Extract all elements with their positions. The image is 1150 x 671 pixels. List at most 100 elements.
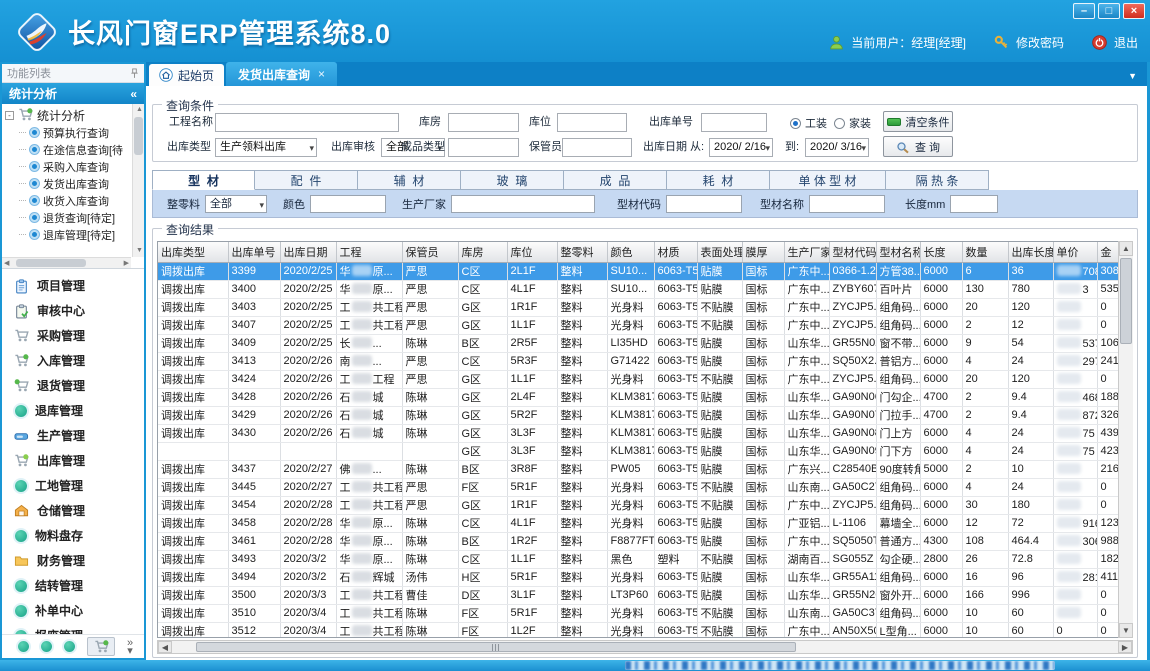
radio-home-decor[interactable]: 家装 bbox=[834, 115, 871, 131]
sidebar-item-11[interactable]: 物料盘存 bbox=[2, 523, 144, 548]
tree-item-1[interactable]: 预算执行查询 bbox=[5, 124, 131, 141]
toolbar-overflow-icon[interactable]: »▾ bbox=[127, 639, 133, 655]
sidebar-item-5[interactable]: 退货管理 bbox=[2, 373, 144, 398]
scroll-up-icon[interactable]: ▲ bbox=[136, 105, 143, 115]
tree-hscroll-thumb[interactable] bbox=[16, 259, 86, 267]
table-row[interactable]: 调拨出库34132020/2/26南...严思C区5R3F整料G71422606… bbox=[158, 352, 1133, 370]
grid-vertical-scrollbar[interactable]: ▲ ▼ bbox=[1118, 241, 1133, 638]
tree-item-4[interactable]: 发货出库查询 bbox=[5, 175, 131, 192]
order-no-input[interactable] bbox=[701, 113, 767, 132]
sidebar-item-9[interactable]: 工地管理 bbox=[2, 473, 144, 498]
column-header-4[interactable]: 工程 bbox=[336, 242, 402, 262]
table-row[interactable]: 调拨出库35102020/3/4工共工程陈琳F区5R1F整料光身料6063-T5… bbox=[158, 604, 1133, 622]
column-header-8[interactable]: 整零料 bbox=[557, 242, 607, 262]
table-row[interactable]: 调拨出库34452020/2/27工共工程严思F区5R1F整料光身料6063-T… bbox=[158, 478, 1133, 496]
tree-item-6[interactable]: 退货查询[待定] bbox=[5, 209, 131, 226]
toolbar-dot-icon[interactable] bbox=[41, 641, 52, 652]
column-header-14[interactable]: 型材代码 bbox=[829, 242, 876, 262]
table-row[interactable]: 调拨出库34932020/3/2华原...陈琳C区1L1F整料黑色塑料不贴膜国标… bbox=[158, 550, 1133, 568]
tree-vscroll-thumb[interactable] bbox=[134, 117, 143, 155]
column-header-5[interactable]: 保管员 bbox=[402, 242, 458, 262]
column-header-13[interactable]: 生产厂家 bbox=[784, 242, 829, 262]
change-password-link[interactable]: 修改密码 bbox=[1016, 34, 1064, 51]
sidebar-item-3[interactable]: 采购管理 bbox=[2, 323, 144, 348]
toolbar-dot-icon[interactable] bbox=[64, 641, 75, 652]
scroll-right-icon[interactable]: ▶ bbox=[1118, 641, 1132, 653]
tree-root[interactable]: - 统计分析 bbox=[5, 106, 131, 124]
project-name-input[interactable] bbox=[215, 113, 399, 132]
whole-piece-combo[interactable]: 全部 bbox=[205, 195, 267, 213]
tree-item-7[interactable]: 退库管理[待定] bbox=[5, 226, 131, 243]
table-row[interactable]: 调拨出库34372020/2/27佛...陈琳B区3R8F整料PW056063-… bbox=[158, 460, 1133, 478]
column-header-18[interactable]: 出库长度 bbox=[1008, 242, 1053, 262]
sidebar-item-13[interactable]: 结转管理 bbox=[2, 573, 144, 598]
sidebar-item-8[interactable]: 出库管理 bbox=[2, 448, 144, 473]
minimize-button[interactable]: – bbox=[1073, 3, 1095, 19]
warehouse-input[interactable] bbox=[448, 113, 519, 132]
section-header[interactable]: 统计分析 « bbox=[2, 83, 144, 104]
length-input[interactable] bbox=[950, 195, 998, 213]
tab-active[interactable]: 发货出库查询 × bbox=[226, 62, 337, 86]
out-type-combo[interactable]: 生产领料出库 bbox=[215, 138, 317, 157]
table-row[interactable]: 调拨出库34282020/2/26石城陈琳G区2L4F整料KLM38176063… bbox=[158, 388, 1133, 406]
sidebar-item-1[interactable]: 项目管理 bbox=[2, 273, 144, 298]
close-button[interactable]: × bbox=[1123, 3, 1145, 19]
column-header-6[interactable]: 库房 bbox=[458, 242, 507, 262]
date-to-combo[interactable]: 2020/ 3/16 bbox=[805, 138, 869, 157]
table-row[interactable]: 调拨出库34002020/2/25华原...严思C区4L1F整料SU10...6… bbox=[158, 280, 1133, 298]
profile-code-input[interactable] bbox=[666, 195, 742, 213]
scroll-left-icon[interactable]: ◀ bbox=[4, 259, 9, 269]
sidebar-item-10[interactable]: 仓储管理 bbox=[2, 498, 144, 523]
toolbar-dot-icon[interactable] bbox=[18, 641, 29, 652]
scroll-left-icon[interactable]: ◀ bbox=[158, 641, 172, 653]
sidebar-item-12[interactable]: 财务管理 bbox=[2, 548, 144, 573]
tab-list-caret-icon[interactable]: ▼ bbox=[1128, 71, 1137, 81]
column-header-9[interactable]: 颜色 bbox=[607, 242, 654, 262]
tab-close-icon[interactable]: × bbox=[318, 67, 325, 81]
pin-icon[interactable] bbox=[130, 68, 139, 79]
material-tab-1[interactable]: 型 材 bbox=[152, 170, 255, 190]
tree-item-2[interactable]: 在途信息查询[待 bbox=[5, 141, 131, 158]
column-header-1[interactable]: 出库类型 bbox=[158, 242, 228, 262]
column-header-17[interactable]: 数量 bbox=[962, 242, 1008, 262]
tab-home[interactable]: 起始页 bbox=[149, 64, 224, 86]
material-tab-2[interactable]: 配 件 bbox=[255, 170, 358, 190]
material-tab-8[interactable]: 隔 热 条 bbox=[886, 170, 989, 190]
grid-vscroll-thumb[interactable] bbox=[1120, 258, 1132, 344]
toolbar-cart-button[interactable] bbox=[87, 637, 115, 656]
sidebar-item-14[interactable]: 补单中心 bbox=[2, 598, 144, 623]
sidebar-item-2[interactable]: 审核中心 bbox=[2, 298, 144, 323]
table-row[interactable]: 调拨出库34942020/3/2石辉城汤伟H区5R1F整料光身料6063-T5贴… bbox=[158, 568, 1133, 586]
table-row[interactable]: 调拨出库34072020/2/25工共工程严思G区1L1F整料光身料6063-T… bbox=[158, 316, 1133, 334]
column-header-12[interactable]: 膜厚 bbox=[742, 242, 784, 262]
collapse-icon[interactable]: « bbox=[130, 87, 137, 101]
tree-horizontal-scrollbar[interactable]: ◀ ▶ bbox=[2, 257, 131, 268]
scroll-right-icon[interactable]: ▶ bbox=[124, 259, 129, 269]
material-tab-5[interactable]: 成 品 bbox=[564, 170, 667, 190]
tree-expander-icon[interactable]: - bbox=[5, 111, 14, 120]
radio-industrial[interactable]: 工装 bbox=[790, 115, 827, 131]
scroll-up-icon[interactable]: ▲ bbox=[1119, 241, 1133, 256]
tree-vertical-scrollbar[interactable]: ▲ ▼ bbox=[132, 104, 144, 257]
tree-item-3[interactable]: 采购入库查询 bbox=[5, 158, 131, 175]
material-tab-7[interactable]: 单 体 型 材 bbox=[770, 170, 886, 190]
material-tab-4[interactable]: 玻 璃 bbox=[461, 170, 564, 190]
column-header-11[interactable]: 表面处理 bbox=[697, 242, 742, 262]
table-row[interactable]: 调拨出库34292020/2/26石城陈琳G区5R2F整料KLM38176063… bbox=[158, 406, 1133, 424]
table-row[interactable]: G区3L3F整料KLM38176063-T5贴膜国标山东华...GA90N09.… bbox=[158, 442, 1133, 460]
table-row[interactable]: 调拨出库34092020/2/25长...陈琳B区2R5F整料LI35HD606… bbox=[158, 334, 1133, 352]
column-header-7[interactable]: 库位 bbox=[507, 242, 557, 262]
table-row[interactable]: 调拨出库34612020/2/28华原...陈琳B区1R2F整料F8877FT6… bbox=[158, 532, 1133, 550]
date-from-combo[interactable]: 2020/ 2/16 bbox=[709, 138, 773, 157]
column-header-19[interactable]: 单价 bbox=[1053, 242, 1097, 262]
material-tab-6[interactable]: 耗 材 bbox=[667, 170, 770, 190]
search-button[interactable]: 查 询 bbox=[883, 136, 953, 157]
table-row[interactable]: 调拨出库34302020/2/26石城陈琳G区3L3F整料KLM38176063… bbox=[158, 424, 1133, 442]
column-header-10[interactable]: 材质 bbox=[654, 242, 697, 262]
maker-input[interactable] bbox=[451, 195, 595, 213]
profile-name-input[interactable] bbox=[809, 195, 885, 213]
column-header-3[interactable]: 出库日期 bbox=[280, 242, 336, 262]
table-row[interactable]: 调拨出库34032020/2/25工共工程严思G区1R1F整料光身料6063-T… bbox=[158, 298, 1133, 316]
product-type-input[interactable] bbox=[448, 138, 519, 157]
scroll-down-icon[interactable]: ▼ bbox=[136, 246, 143, 256]
